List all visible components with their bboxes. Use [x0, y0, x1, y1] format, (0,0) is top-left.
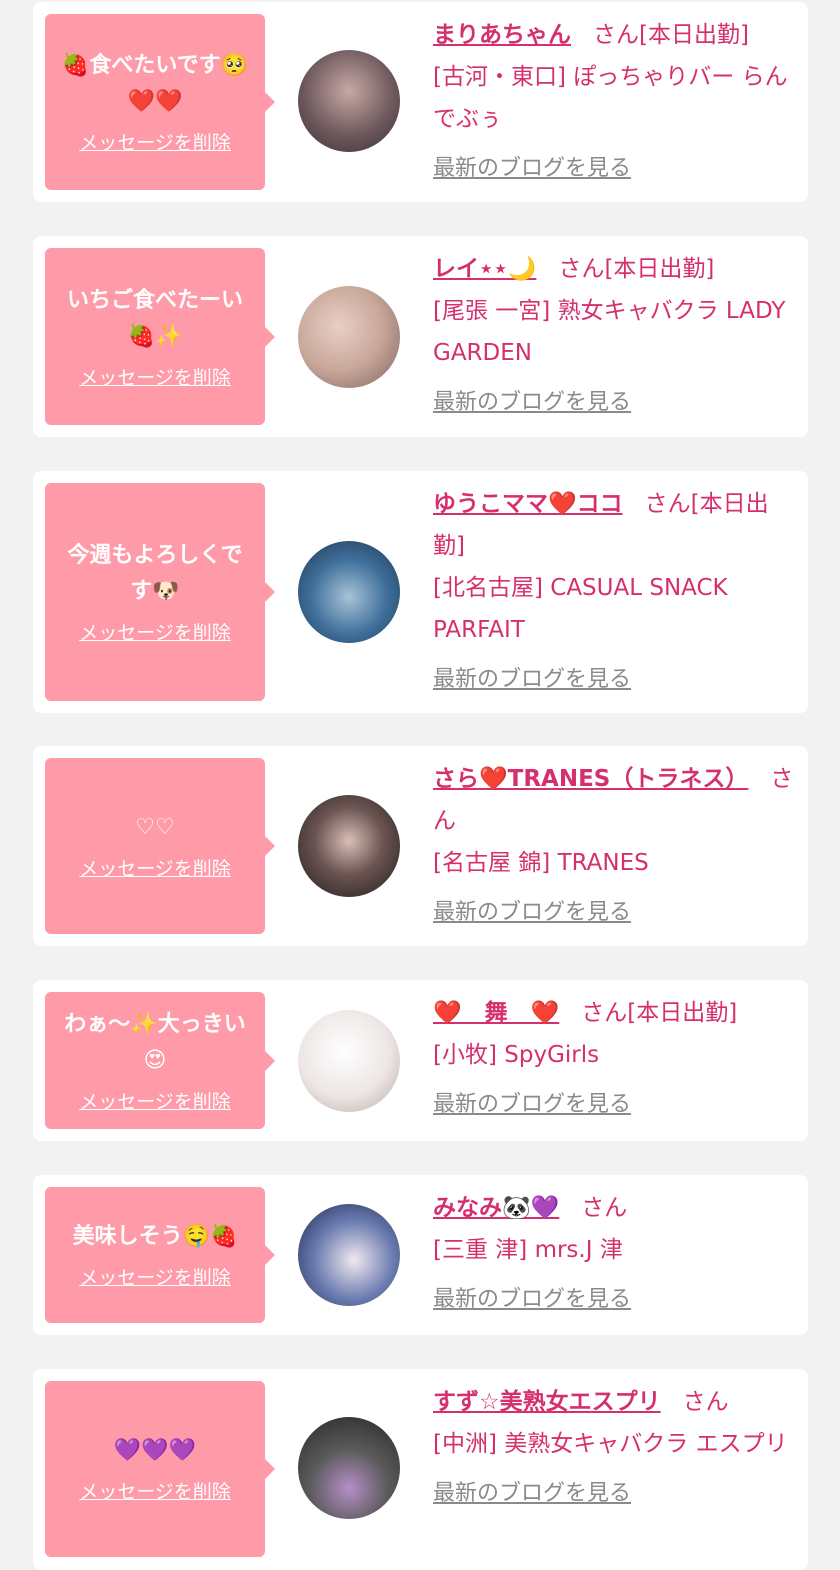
- name-line: ゆうこママ❤️ココ さん[本日出勤]: [433, 483, 796, 567]
- profile-info: さら❤️TRANES（トラネス） さん [名古屋 錦] TRANES 最新のブログ…: [433, 758, 796, 934]
- profile-name-link[interactable]: すず☆美熟女エスプリ: [433, 1389, 661, 1415]
- avatar[interactable]: [298, 541, 400, 643]
- shop-name: [尾張 一宮] 熟女キャバクラ LADY GARDEN: [433, 298, 786, 366]
- message-card: わぁ〜✨大っきい 😍 メッセージを削除 ❤️ 舞 ❤️ さん[本日出勤] [小牧]…: [33, 980, 808, 1141]
- latest-blog-link[interactable]: 最新のブログを見る: [433, 1473, 631, 1515]
- message-card: 💜💜💜 メッセージを削除 すず☆美熟女エスプリ さん [中洲] 美熟女キャバクラ …: [33, 1369, 808, 1570]
- name-line: すず☆美熟女エスプリ さん: [433, 1381, 796, 1423]
- message-card: 美味しそう🤤🍓 メッセージを削除 みなみ🐼💜 さん [三重 津] mrs.J 津 …: [33, 1175, 808, 1335]
- message-card: 🍓食べたいです🥺 ❤️❤️ メッセージを削除 まりあちゃん さん[本日出勤] [古…: [33, 2, 808, 202]
- delete-message-link[interactable]: メッセージを削除: [79, 1089, 231, 1115]
- message-card: 今週もよろしくで す🐶 メッセージを削除 ゆうこママ❤️ココ さん[本日出勤] […: [33, 471, 808, 713]
- delete-message-link[interactable]: メッセージを削除: [79, 1479, 231, 1505]
- avatar[interactable]: [298, 1204, 400, 1306]
- message-card: いちご食べたーい 🍓✨ メッセージを削除 レイ⋆⋆🌙 さん[本日出勤] [尾張 一…: [33, 236, 808, 437]
- profile-name-link[interactable]: まりあちゃん: [433, 22, 571, 48]
- delete-message-link[interactable]: メッセージを削除: [79, 856, 231, 882]
- message-bubble: 💜💜💜 メッセージを削除: [45, 1381, 275, 1557]
- delete-message-link[interactable]: メッセージを削除: [79, 1265, 231, 1291]
- profile-info: すず☆美熟女エスプリ さん [中洲] 美熟女キャバクラ エスプリ 最新のブログを見…: [433, 1381, 796, 1515]
- avatar[interactable]: [298, 795, 400, 897]
- latest-blog-link[interactable]: 最新のブログを見る: [433, 892, 631, 934]
- message-text: 美味しそう🤤🍓: [72, 1224, 238, 1249]
- delete-message-link[interactable]: メッセージを削除: [79, 130, 231, 156]
- message-text: いちご食べたーい 🍓✨: [66, 287, 243, 349]
- name-line: みなみ🐼💜 さん: [433, 1187, 796, 1229]
- avatar[interactable]: [298, 1417, 400, 1519]
- profile-name-link[interactable]: みなみ🐼💜: [433, 1195, 559, 1221]
- profile-info: ❤️ 舞 ❤️ さん[本日出勤] [小牧] SpyGirls 最新のブログを見る: [433, 992, 796, 1126]
- message-text: わぁ〜✨大っきい 😍: [64, 1011, 246, 1073]
- name-suffix: さん[本日出勤]: [593, 22, 749, 48]
- latest-blog-link[interactable]: 最新のブログを見る: [433, 1279, 631, 1321]
- message-bubble: 🍓食べたいです🥺 ❤️❤️ メッセージを削除: [45, 14, 275, 190]
- message-text: ♡♡: [135, 815, 175, 840]
- message-text: 💜💜💜: [113, 1438, 197, 1463]
- latest-blog-link[interactable]: 最新のブログを見る: [433, 382, 631, 424]
- profile-name-link[interactable]: ❤️ 舞 ❤️: [433, 1000, 559, 1026]
- shop-name: [中洲] 美熟女キャバクラ エスプリ: [433, 1431, 788, 1457]
- avatar[interactable]: [298, 1010, 400, 1112]
- message-text: 🍓食べたいです🥺 ❤️❤️: [61, 53, 249, 114]
- profile-info: みなみ🐼💜 さん [三重 津] mrs.J 津 最新のブログを見る: [433, 1187, 796, 1321]
- delete-message-link[interactable]: メッセージを削除: [79, 365, 231, 391]
- message-card: ♡♡ メッセージを削除 さら❤️TRANES（トラネス） さん [名古屋 錦] T…: [33, 746, 808, 946]
- latest-blog-link[interactable]: 最新のブログを見る: [433, 659, 631, 701]
- latest-blog-link[interactable]: 最新のブログを見る: [433, 1084, 631, 1126]
- shop-name: [小牧] SpyGirls: [433, 1042, 600, 1068]
- message-bubble: ♡♡ メッセージを削除: [45, 758, 275, 934]
- message-bubble: いちご食べたーい 🍓✨ メッセージを削除: [45, 248, 275, 425]
- profile-info: ゆうこママ❤️ココ さん[本日出勤] [北名古屋] CASUAL SNACK PA…: [433, 483, 796, 701]
- name-suffix: さん[本日出勤]: [581, 1000, 738, 1026]
- name-suffix: さん[本日出勤]: [558, 256, 715, 282]
- shop-name: [古河・東口] ぽっちゃりバー らんでぶぅ: [433, 64, 788, 132]
- shop-name: [名古屋 錦] TRANES: [433, 850, 649, 876]
- profile-info: まりあちゃん さん[本日出勤] [古河・東口] ぽっちゃりバー らんでぶぅ 最新の…: [433, 14, 796, 190]
- name-line: レイ⋆⋆🌙 さん[本日出勤]: [433, 248, 796, 290]
- message-text: 今週もよろしくで す🐶: [67, 543, 243, 604]
- avatar[interactable]: [298, 286, 400, 388]
- avatar[interactable]: [298, 50, 400, 152]
- message-bubble: わぁ〜✨大っきい 😍 メッセージを削除: [45, 992, 275, 1129]
- name-line: ❤️ 舞 ❤️ さん[本日出勤]: [433, 992, 796, 1034]
- profile-info: レイ⋆⋆🌙 さん[本日出勤] [尾張 一宮] 熟女キャバクラ LADY GARDE…: [433, 248, 796, 424]
- name-line: まりあちゃん さん[本日出勤]: [433, 14, 796, 56]
- profile-name-link[interactable]: レイ⋆⋆🌙: [433, 256, 536, 282]
- delete-message-link[interactable]: メッセージを削除: [79, 620, 231, 646]
- shop-name: [北名古屋] CASUAL SNACK PARFAIT: [433, 575, 728, 643]
- name-suffix: さん: [682, 1389, 729, 1415]
- profile-name-link[interactable]: ゆうこママ❤️ココ: [433, 491, 623, 517]
- name-suffix: さん: [581, 1195, 628, 1221]
- name-line: さら❤️TRANES（トラネス） さん: [433, 758, 796, 842]
- message-bubble: 美味しそう🤤🍓 メッセージを削除: [45, 1187, 275, 1323]
- message-bubble: 今週もよろしくで す🐶 メッセージを削除: [45, 483, 275, 701]
- latest-blog-link[interactable]: 最新のブログを見る: [433, 148, 631, 190]
- message-list: 🍓食べたいです🥺 ❤️❤️ メッセージを削除 まりあちゃん さん[本日出勤] [古…: [0, 0, 840, 1570]
- shop-name: [三重 津] mrs.J 津: [433, 1237, 623, 1263]
- profile-name-link[interactable]: さら❤️TRANES（トラネス）: [433, 766, 748, 792]
